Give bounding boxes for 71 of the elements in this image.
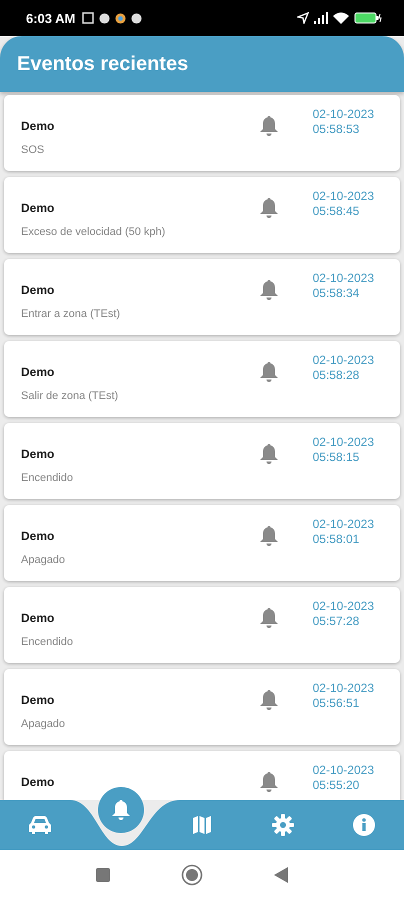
status-time: 6:03 AM	[26, 10, 76, 26]
notification-icon	[82, 12, 94, 24]
event-card[interactable]: Demo Entrar a zona (TEst) 02-10-2023 05:58:34	[4, 259, 400, 335]
header-title: Eventos recientes	[17, 52, 188, 76]
event-description: Encendido	[21, 636, 74, 648]
event-description: SOS	[21, 144, 46, 156]
event-time: 05:58:53	[312, 122, 360, 137]
bell-icon	[258, 771, 279, 793]
device-name: Demo	[21, 119, 56, 133]
signal-icon	[314, 12, 328, 24]
event-date: 02-10-2023	[312, 189, 374, 204]
map-icon	[192, 815, 212, 835]
bell-icon	[111, 799, 132, 821]
event-date: 02-10-2023	[312, 107, 374, 122]
event-time: 05:55:20	[312, 778, 360, 793]
event-card[interactable]: Demo Exceso de velocidad (50 kph) 02-10-2023 05:58:45	[4, 177, 400, 253]
bell-icon	[258, 607, 279, 629]
event-date: 02-10-2023	[312, 599, 374, 614]
event-description: Apagado	[21, 554, 66, 566]
home-button[interactable]	[181, 864, 203, 886]
event-card[interactable]: Demo 02-10-2023 05:55:20	[4, 751, 400, 800]
device-name: Demo	[21, 693, 56, 707]
bell-icon	[258, 443, 279, 465]
event-date: 02-10-2023	[312, 271, 374, 286]
notification-icon	[115, 12, 126, 24]
event-description: Exceso de velocidad (50 kph)	[21, 226, 166, 238]
event-card[interactable]: Demo Apagado 02-10-2023 05:56:51	[4, 669, 400, 745]
recents-button[interactable]	[95, 867, 111, 883]
event-time: 05:58:45	[312, 204, 360, 219]
back-button[interactable]	[273, 866, 289, 884]
event-description: Entrar a zona (TEst)	[21, 308, 122, 320]
event-time: 05:58:01	[312, 532, 360, 547]
event-description: Salir de zona (TEst)	[21, 390, 120, 402]
device-name: Demo	[21, 529, 56, 543]
bell-icon	[258, 525, 279, 547]
event-card[interactable]: Demo SOS 02-10-2023 05:58:53	[4, 95, 400, 171]
device-name: Demo	[21, 447, 56, 461]
device-name: Demo	[21, 365, 56, 379]
event-card[interactable]: Demo Apagado 02-10-2023 05:58:01	[4, 505, 400, 581]
event-date: 02-10-2023	[312, 353, 374, 368]
device-name: Demo	[21, 775, 56, 789]
event-date: 02-10-2023	[312, 763, 374, 778]
bell-icon	[258, 197, 279, 219]
wifi-icon	[333, 12, 349, 24]
event-card[interactable]: Demo Encendido 02-10-2023 05:58:15	[4, 423, 400, 499]
bell-icon	[258, 115, 279, 137]
device-name: Demo	[21, 611, 56, 625]
event-date: 02-10-2023	[312, 435, 374, 450]
event-time: 05:57:28	[312, 614, 360, 629]
battery-icon	[354, 12, 382, 24]
event-description: Encendido	[21, 472, 74, 484]
device-name: Demo	[21, 201, 56, 215]
notification-icon	[99, 12, 110, 24]
event-card[interactable]: Demo Encendido 02-10-2023 05:57:28	[4, 587, 400, 663]
event-card[interactable]: Demo Salir de zona (TEst) 02-10-2023 05:58:28	[4, 341, 400, 417]
device-name: Demo	[21, 283, 56, 297]
event-time: 05:58:28	[312, 368, 360, 383]
bell-icon	[258, 279, 279, 301]
event-date: 02-10-2023	[312, 517, 374, 532]
bell-icon	[258, 689, 279, 711]
event-description: Apagado	[21, 718, 66, 730]
bell-tab[interactable]	[100, 789, 142, 831]
car-icon	[28, 815, 52, 835]
info-icon	[352, 814, 375, 836]
event-time: 05:58:15	[312, 450, 360, 465]
notification-icon	[131, 12, 142, 24]
bell-icon	[258, 361, 279, 383]
location-icon	[297, 12, 309, 24]
event-date: 02-10-2023	[312, 681, 374, 696]
event-time: 05:58:34	[312, 286, 360, 301]
event-time: 05:56:51	[312, 696, 360, 711]
